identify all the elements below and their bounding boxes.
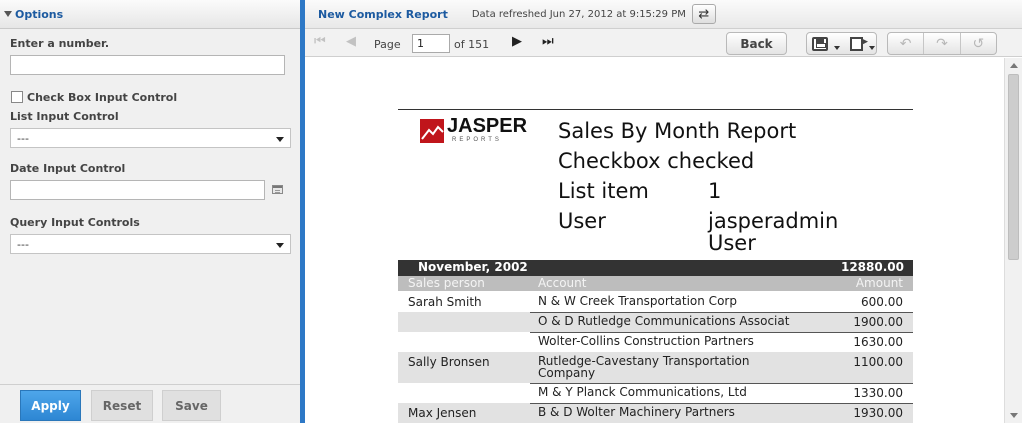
account: Rutledge-Cavestany Transportation Compan… — [538, 354, 750, 380]
query-select-value: --- — [17, 238, 29, 251]
account: N & W Creek Transportation Corp — [538, 294, 737, 308]
table-row: M & Y Planck Communications, Ltd 1330.00 — [398, 383, 913, 403]
previous-page-icon[interactable]: ◀ — [346, 34, 356, 49]
number-label: Enter a number. — [10, 37, 110, 50]
user-value-1: jasperadmin — [708, 209, 839, 233]
chevron-down-icon[interactable] — [834, 45, 840, 50]
month-label: November, 2002 — [418, 260, 528, 274]
refresh-icon: ⇄ — [698, 6, 710, 22]
row-divider — [530, 383, 913, 384]
save-button[interactable]: Save — [162, 390, 221, 421]
logo-subtext: REPORTS — [452, 137, 502, 143]
query-label: Query Input Controls — [10, 216, 140, 229]
save-icon[interactable] — [812, 36, 828, 51]
row-divider — [530, 332, 913, 333]
scroll-thumb[interactable] — [1008, 74, 1019, 260]
report-toolbar: ⏮ ◀ Page 1 of 151 ▶ ⏭ Back ↶ ↷ ↺ — [305, 29, 1022, 57]
query-select[interactable]: --- — [10, 234, 291, 254]
list-select-value: --- — [17, 132, 29, 145]
sales-person: Sally Bronsen — [408, 355, 490, 369]
redo-icon[interactable]: ↷ — [924, 36, 959, 52]
amount: 1100.00 — [853, 355, 903, 369]
header-rule — [398, 109, 913, 110]
user-key: User — [558, 209, 606, 233]
chevron-down-icon — [276, 243, 284, 248]
date-input[interactable] — [10, 180, 265, 200]
back-button[interactable]: Back — [726, 32, 787, 55]
date-label: Date Input Control — [10, 162, 126, 175]
table-row: Sally Bronsen Rutledge-Cavestany Transpo… — [398, 352, 913, 383]
apply-button[interactable]: Apply — [20, 390, 81, 421]
report-title: New Complex Report — [318, 7, 448, 21]
undo-redo-group: ↶ ↷ ↺ — [887, 32, 997, 55]
page-count: of 151 — [454, 38, 490, 51]
checkbox-line: Checkbox checked — [558, 149, 755, 173]
reset-button[interactable]: Reset — [91, 390, 153, 421]
save-export-group — [806, 32, 877, 55]
undo-icon[interactable]: ↶ — [888, 36, 923, 52]
checkbox-label: Check Box Input Control — [27, 91, 178, 104]
scroll-down-icon[interactable] — [1010, 413, 1018, 418]
calendar-icon[interactable] — [272, 185, 283, 194]
refresh-button[interactable]: ⇄ — [691, 4, 716, 24]
number-input[interactable] — [10, 55, 285, 75]
vertical-scrollbar[interactable] — [1004, 58, 1022, 423]
account: O & D Rutledge Communications Associat — [538, 314, 790, 328]
table-row: Sarah Smith N & W Creek Transportation C… — [398, 292, 913, 312]
first-page-icon[interactable]: ⏮ — [314, 34, 326, 49]
report-canvas: JASPER REPORTS Sales By Month Report Che… — [305, 58, 1004, 423]
report-main-title: Sales By Month Report — [558, 119, 797, 143]
logo-text: JASPER — [447, 115, 528, 137]
export-icon[interactable] — [850, 36, 868, 51]
list-item-value: 1 — [708, 179, 722, 203]
report-view: New Complex Report Data refreshed Jun 27… — [305, 0, 1022, 423]
undo-all-icon[interactable]: ↺ — [961, 36, 996, 52]
chevron-down-icon — [276, 137, 284, 142]
list-label: List Input Control — [10, 110, 119, 123]
options-header[interactable]: Options — [0, 0, 300, 29]
amount: 1330.00 — [853, 386, 903, 400]
month-total: 12880.00 — [840, 260, 904, 274]
sales-person: Sarah Smith — [408, 295, 482, 309]
row-divider — [530, 403, 913, 404]
report-header: New Complex Report Data refreshed Jun 27… — [305, 0, 1022, 29]
checkbox-input-control[interactable] — [11, 91, 23, 103]
account: B & D Wolter Machinery Partners — [538, 405, 735, 419]
list-select[interactable]: --- — [10, 128, 291, 148]
column-header-row: Sales person Account Amount — [398, 276, 913, 291]
table-row: O & D Rutledge Communications Associat 1… — [398, 312, 913, 332]
amount: 600.00 — [861, 295, 903, 309]
col-sales-person: Sales person — [408, 276, 485, 290]
chevron-down-icon[interactable] — [869, 45, 875, 50]
amount: 1630.00 — [853, 335, 903, 349]
collapse-icon[interactable] — [4, 11, 12, 17]
month-group-header: November, 2002 12880.00 — [398, 260, 913, 276]
next-page-icon[interactable]: ▶ — [512, 34, 522, 49]
sales-person: Max Jensen — [408, 406, 477, 420]
options-title: Options — [15, 7, 64, 21]
amount: 1900.00 — [853, 315, 903, 329]
options-footer: Apply Reset Save — [0, 384, 300, 423]
list-item-key: List item — [558, 179, 649, 203]
amount: 1930.00 — [853, 406, 903, 420]
col-account: Account — [538, 276, 587, 290]
account: M & Y Planck Communications, Ltd — [538, 385, 747, 399]
table-row: Wolter-Collins Construction Partners 163… — [398, 332, 913, 352]
row-divider — [530, 312, 913, 313]
user-value-2: User — [708, 231, 756, 255]
last-page-icon[interactable]: ⏭ — [542, 34, 554, 49]
page-label: Page — [374, 38, 401, 51]
table-row: Max Jensen B & D Wolter Machinery Partne… — [398, 403, 913, 423]
jasper-logo: JASPER REPORTS — [420, 115, 528, 145]
options-panel: Options Enter a number. Check Box Input … — [0, 0, 300, 423]
page-input[interactable]: 1 — [412, 34, 450, 53]
account: Wolter-Collins Construction Partners — [538, 334, 754, 348]
refresh-status: Data refreshed Jun 27, 2012 at 9:15:29 P… — [471, 8, 686, 20]
col-amount: Amount — [855, 276, 903, 290]
scroll-up-icon[interactable] — [1010, 63, 1018, 68]
